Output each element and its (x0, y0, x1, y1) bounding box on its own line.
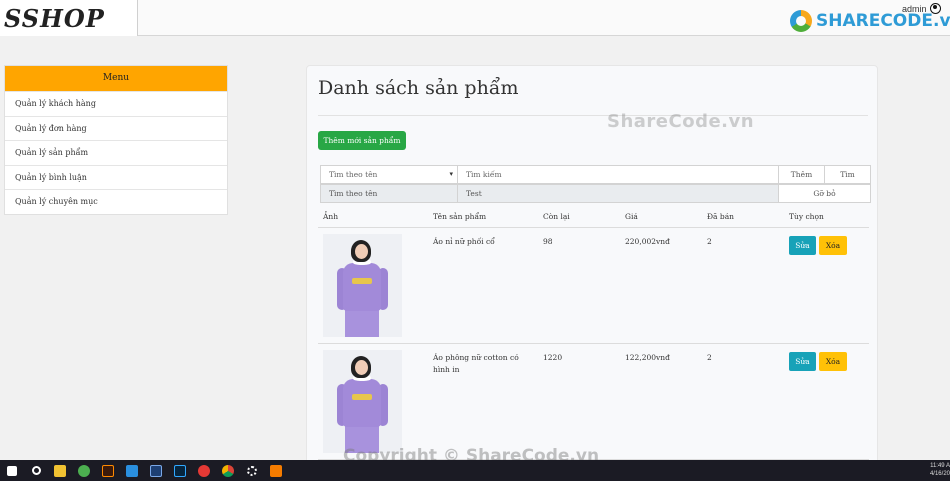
logo-text: SSHOP (4, 3, 105, 33)
product-list-panel: Danh sách sản phẩm Thêm mới sản phẩm Tìm… (306, 65, 878, 465)
active-filter-value: Test (458, 184, 779, 203)
sidebar-title: Menu (5, 66, 227, 91)
username: admin (902, 3, 927, 14)
user-icon[interactable] (929, 3, 941, 14)
product-actions: Sửa Xóa (784, 228, 869, 343)
column-header-sold: Đã bán (707, 212, 735, 221)
filter-form: Tìm theo tên ▾ Tìm kiếm Thêm Tìm Tìm the… (320, 165, 871, 203)
column-header-price: Giá (625, 212, 638, 221)
app-icon-green[interactable] (72, 460, 96, 481)
sidebar-item-categories[interactable]: Quản lý chuyên mục (5, 189, 227, 214)
file-explorer-icon[interactable] (48, 460, 72, 481)
clock-time: 11:49 A (930, 463, 950, 469)
taskbar-clock[interactable]: 11:49 A 4/16/20 (926, 462, 950, 478)
active-filter-field: Tìm theo tên (320, 184, 458, 203)
product-price: 122,200vnđ (625, 353, 670, 362)
filter-field-select-value: Tìm theo tên (329, 170, 378, 179)
sharecode-logo-icon (790, 10, 812, 32)
user-menu[interactable]: admin (902, 3, 941, 14)
product-sold: 2 (707, 353, 712, 362)
settings-icon[interactable] (240, 460, 264, 481)
sharecode-logo-text: SHARECODE.vn (816, 11, 950, 31)
product-actions: Sửa Xóa (784, 344, 869, 459)
edit-button[interactable]: Sửa (789, 236, 816, 255)
product-image-cell (318, 344, 428, 459)
table-row: Áo phông nữ cotton có hình in 1220 122,2… (318, 344, 869, 460)
divider (318, 115, 868, 116)
taskbar: 11:49 A 4/16/20 (0, 460, 950, 481)
app-icon-blue[interactable] (144, 460, 168, 481)
product-name: Áo phông nữ cotton có hình in (433, 353, 519, 374)
sidebar-item-products[interactable]: Quản lý sản phẩm (5, 140, 227, 165)
table-row: Áo nỉ nữ phối cổ 98 220,002vnđ 2 Sửa Xóa (318, 228, 869, 344)
add-product-button[interactable]: Thêm mới sản phẩm (318, 131, 406, 150)
search-button[interactable]: Tìm (825, 165, 871, 184)
column-header-image: Ảnh (323, 212, 339, 221)
watermark-center: ShareCode.vn (607, 111, 755, 132)
illustrator-icon[interactable] (96, 460, 120, 481)
page-title: Danh sách sản phẩm (318, 77, 519, 99)
search-input[interactable]: Tìm kiếm (458, 165, 779, 184)
app-icon-red[interactable] (192, 460, 216, 481)
edit-button[interactable]: Sửa (789, 352, 816, 371)
column-header-options: Tùy chọn (789, 212, 824, 221)
add-filter-button[interactable]: Thêm (779, 165, 825, 184)
product-image-cell (318, 228, 428, 343)
delete-button[interactable]: Xóa (819, 236, 847, 255)
product-stock: 1220 (543, 353, 563, 362)
filter-field-select[interactable]: Tìm theo tên ▾ (320, 165, 458, 184)
product-price: 220,002vnđ (625, 237, 670, 246)
sidebar-item-comments[interactable]: Quản lý bình luận (5, 164, 227, 190)
chevron-down-icon: ▾ (449, 170, 453, 178)
photoshop-icon[interactable] (168, 460, 192, 481)
product-stock: 98 (543, 237, 553, 246)
sidebar-item-orders[interactable]: Quản lý đơn hàng (5, 115, 227, 141)
top-bar: SSHOP SHARECODE.vn admin (0, 0, 950, 36)
product-table: Ảnh Tên sản phẩm Còn lại Giá Đã bán Tùy … (318, 206, 869, 460)
sidebar-item-customers[interactable]: Quản lý khách hàng (5, 91, 227, 116)
column-header-name: Tên sản phẩm (433, 212, 487, 221)
delete-button[interactable]: Xóa (819, 352, 847, 371)
remove-filter-button[interactable]: Gỡ bỏ (779, 184, 871, 203)
logo[interactable]: SSHOP (0, 0, 138, 36)
app-icon-orange[interactable] (264, 460, 288, 481)
product-name: Áo nỉ nữ phối cổ (433, 237, 495, 246)
product-image (323, 350, 402, 453)
sidebar: Menu Quản lý khách hàng Quản lý đơn hàng… (4, 65, 228, 215)
vscode-icon[interactable] (120, 460, 144, 481)
table-header: Ảnh Tên sản phẩm Còn lại Giá Đã bán Tùy … (318, 206, 869, 228)
column-header-stock: Còn lại (543, 212, 570, 221)
windows-start-icon[interactable] (0, 460, 24, 481)
product-sold: 2 (707, 237, 712, 246)
product-image (323, 234, 402, 337)
clock-date: 4/16/20 (929, 471, 950, 477)
chrome-icon[interactable] (216, 460, 240, 481)
search-icon[interactable] (24, 460, 48, 481)
